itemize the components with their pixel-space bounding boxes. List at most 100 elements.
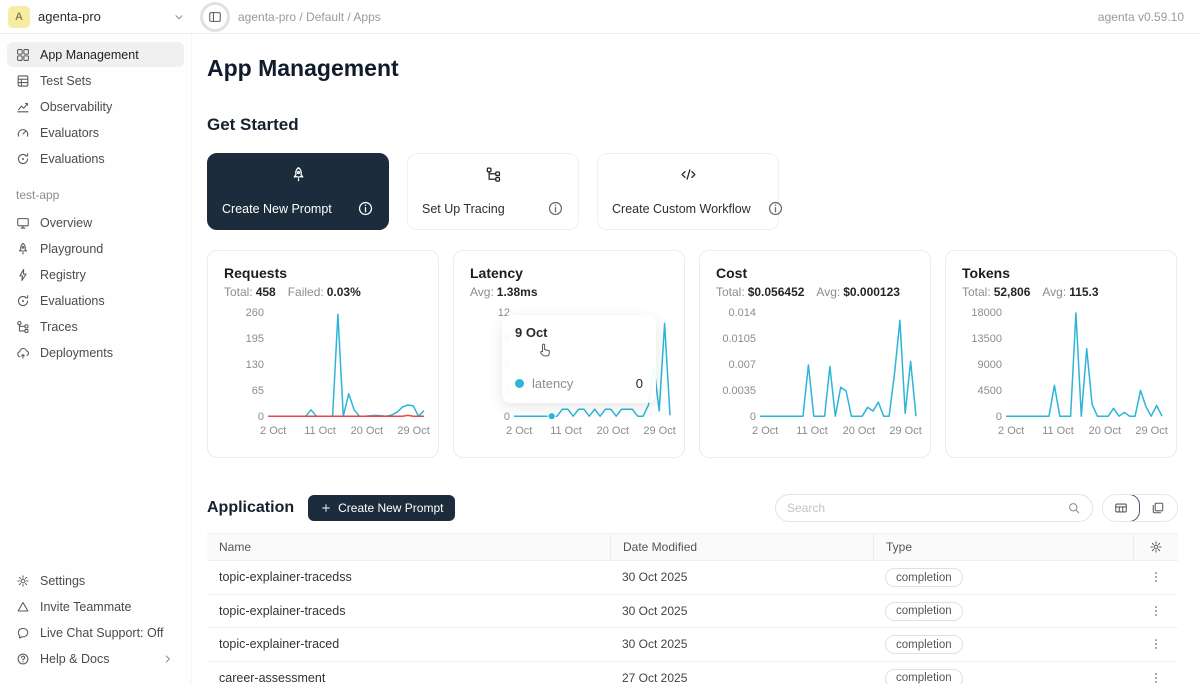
tooltip-date: 9 Oct [515, 325, 643, 340]
sidebar-item-label: Invite Teammate [40, 600, 131, 614]
x-axis-tick: 11 Oct [304, 425, 336, 437]
chart-line-plot[interactable] [1006, 313, 1162, 417]
metric-stat: Total:458 [224, 285, 276, 299]
monitor-icon [16, 216, 30, 230]
dots-icon [1149, 671, 1163, 684]
sidebar-item-label: Evaluations [40, 152, 105, 166]
metric-card-cost: CostTotal:$0.056452Avg:$0.0001230.0140.0… [699, 250, 931, 458]
row-menu-button[interactable] [1133, 637, 1178, 651]
sidebar-item-registry[interactable]: Registry [7, 262, 184, 287]
row-type: completion [873, 635, 1133, 655]
info-icon[interactable] [357, 200, 374, 217]
info-icon[interactable] [547, 200, 564, 217]
row-name: topic-explainer-tracedss [207, 570, 610, 584]
search-box [775, 494, 1093, 522]
x-axis-tick: 29 Oct [643, 425, 675, 437]
table-row[interactable]: topic-explainer-tracedss30 Oct 2025compl… [207, 561, 1178, 595]
x-axis-tick: 20 Oct [597, 425, 629, 437]
metric-card-tokens: TokensTotal:52,806Avg:115.31800013500900… [945, 250, 1177, 458]
get-started-card-set-up-tracing[interactable]: Set Up Tracing [407, 153, 579, 230]
table-row[interactable]: career-assessment27 Oct 2025completion [207, 662, 1178, 684]
column-header-date-modified[interactable]: Date Modified [610, 534, 873, 560]
help-icon [16, 652, 30, 666]
bolt-icon [16, 268, 30, 282]
metric-card-title: Tokens [962, 265, 1160, 281]
sidebar-item-help-docs[interactable]: Help & Docs [7, 646, 184, 671]
row-date-modified: 27 Oct 2025 [610, 671, 873, 684]
tooltip-series-row: latency0 [515, 376, 643, 391]
sidebar-item-evaluators[interactable]: Evaluators [7, 120, 184, 145]
card-view-button[interactable] [1139, 495, 1177, 521]
sidebar-footer-nav: Settings Invite Teammate Live Chat Support… [7, 568, 184, 672]
sidebar-item-evaluations[interactable]: Evaluations [7, 288, 184, 313]
metric-stat: Avg:$0.000123 [816, 285, 900, 299]
sidebar-item-deployments[interactable]: Deployments [7, 340, 184, 365]
app-root: A agenta-pro agenta-pro / Default / Apps… [0, 0, 1200, 684]
get-started-card-create-custom-workflow[interactable]: Create Custom Workflow [597, 153, 779, 230]
metric-stat: Total:52,806 [962, 285, 1030, 299]
row-menu-button[interactable] [1133, 570, 1178, 584]
sidebar-item-observability[interactable]: Observability [7, 94, 184, 119]
column-header-name[interactable]: Name [207, 534, 610, 560]
chart-icon [16, 100, 30, 114]
table-row[interactable]: topic-explainer-traced30 Oct 2025complet… [207, 628, 1178, 662]
get-started-card-create-new-prompt[interactable]: Create New Prompt [207, 153, 389, 230]
search-icon[interactable] [1067, 501, 1081, 515]
page-title: App Management [207, 55, 1178, 82]
sidebar-item-label: Test Sets [40, 74, 91, 88]
column-header-type[interactable]: Type [873, 534, 1133, 560]
sidebar-item-live-chat-support-off[interactable]: Live Chat Support: Off [7, 620, 184, 645]
x-axis-tick: 29 Oct [397, 425, 429, 437]
chevron-right-icon [161, 652, 175, 666]
metric-card-stats: Total:52,806 Avg:115.3 [962, 285, 1160, 299]
metric-plot: 18000135009000450002 Oct11 Oct20 Oct29 O… [962, 313, 1160, 445]
y-axis-tick: 0.0035 [716, 385, 756, 397]
metric-card-requests: RequestsTotal:458Failed:0.03%26019513065… [207, 250, 439, 458]
table-row[interactable]: topic-explainer-traceds30 Oct 2025comple… [207, 595, 1178, 629]
row-type: completion [873, 568, 1133, 588]
view-toggle [1102, 494, 1178, 522]
y-axis-tick: 18000 [962, 307, 1002, 319]
search-input[interactable] [787, 501, 1067, 515]
sidebar-item-label: App Management [40, 48, 139, 62]
metric-card-latency: LatencyAvg:1.38ms1296302 Oct11 Oct20 Oct… [453, 250, 685, 458]
sidebar-item-traces[interactable]: Traces [7, 314, 184, 339]
chart-line-plot[interactable] [268, 313, 424, 417]
gear-icon [1149, 540, 1163, 554]
y-axis-tick: 0.014 [716, 307, 756, 319]
table-view-button[interactable] [1102, 494, 1140, 522]
sidebar-item-invite-teammate[interactable]: Invite Teammate [7, 594, 184, 619]
x-axis-tick: 2 Oct [260, 425, 286, 437]
sidebar-item-test-sets[interactable]: Test Sets [7, 68, 184, 93]
x-axis-tick: 2 Oct [506, 425, 532, 437]
row-menu-button[interactable] [1133, 671, 1178, 684]
chart-line-plot[interactable] [760, 313, 916, 417]
sidebar-item-playground[interactable]: Playground [7, 236, 184, 261]
y-axis-tick: 0.007 [716, 359, 756, 371]
metric-stat: Avg:115.3 [1042, 285, 1098, 299]
tooltip-series-name: latency [532, 376, 573, 391]
column-settings-button[interactable] [1133, 534, 1178, 560]
info-icon[interactable] [767, 200, 784, 217]
sidebar-group-label: test-app [7, 172, 184, 210]
row-menu-button[interactable] [1133, 604, 1178, 618]
sidebar-item-evaluations[interactable]: Evaluations [7, 146, 184, 171]
workspace-avatar: A [8, 6, 30, 28]
y-axis-tick: 260 [224, 307, 264, 319]
y-axis-tick: 0 [962, 411, 1002, 423]
code-icon [612, 166, 764, 183]
create-new-prompt-button[interactable]: Create New Prompt [308, 495, 455, 521]
sidebar-main-nav: App ManagementTest SetsObservabilityEval… [7, 42, 184, 172]
sidebar-item-settings[interactable]: Settings [7, 568, 184, 593]
dots-icon [1149, 604, 1163, 618]
sidebar-item-overview[interactable]: Overview [7, 210, 184, 235]
y-axis-tick: 9000 [962, 359, 1002, 371]
y-axis-tick: 0 [224, 411, 264, 423]
sidebar-toggle-button[interactable] [200, 2, 230, 32]
workspace-selector[interactable]: A agenta-pro [8, 6, 186, 28]
sidebar-item-label: Settings [40, 574, 85, 588]
row-name: topic-explainer-traceds [207, 604, 610, 618]
y-axis-tick: 65 [224, 385, 264, 397]
tooltip-series-dot [515, 379, 524, 388]
sidebar-item-app-management[interactable]: App Management [7, 42, 184, 67]
